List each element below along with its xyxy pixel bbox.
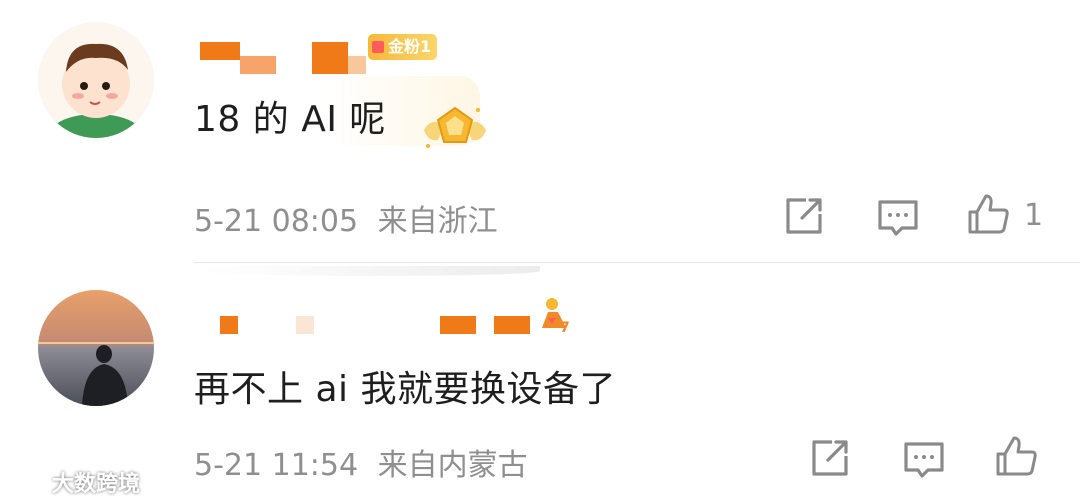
name-mask-block: [296, 316, 314, 334]
username-masked[interactable]: [200, 310, 580, 340]
fan-badge: 金粉1: [368, 34, 438, 60]
comment-item: 7 再不上 ai 我就要换设备了 5-21 11:54 来自内蒙古: [0, 262, 1080, 501]
reply-icon[interactable]: [876, 196, 920, 240]
reply-icon[interactable]: [902, 438, 946, 482]
comment-item: 金粉1 18 的 AI 呢 5-21 08:05 来自浙江 1: [0, 0, 1080, 260]
name-mask-block: [200, 42, 240, 60]
watermark: 大数跨境: [6, 466, 140, 498]
watermark-text: 大数跨境: [52, 472, 141, 497]
name-mask-block: [440, 316, 476, 334]
name-mask-block: [220, 316, 238, 334]
avatar[interactable]: [38, 290, 154, 406]
name-mask-block: [494, 316, 530, 334]
comment-text: 再不上 ai 我就要换设备了: [194, 369, 616, 410]
level-badge-icon: 7: [542, 298, 570, 334]
watermark-logo-icon: [8, 471, 48, 493]
like-count: 1: [1024, 198, 1044, 233]
comment-meta: 5-21 11:54 来自内蒙古: [194, 440, 528, 484]
gold-medal-icon: [424, 106, 486, 148]
comment-time: 5-21 08:05: [194, 204, 359, 239]
comment-location: 来自内蒙古: [377, 448, 528, 483]
fan-badge-label: 金粉1: [388, 37, 432, 56]
name-mask-block: [240, 56, 276, 74]
like-icon[interactable]: [994, 434, 1038, 478]
comment-meta: 5-21 08:05 来自浙江: [194, 196, 498, 240]
comment-time: 5-21 11:54: [194, 448, 359, 483]
sunset-sea-photo-avatar-icon: [38, 290, 154, 406]
avatar[interactable]: [38, 22, 154, 138]
like-icon[interactable]: [966, 192, 1010, 236]
svg-text:7: 7: [560, 320, 570, 334]
comment-location: 来自浙江: [377, 204, 498, 239]
cartoon-baby-avatar-icon: [38, 22, 154, 138]
fan-heart-icon: [372, 41, 384, 53]
name-mask-block: [312, 42, 348, 74]
share-icon[interactable]: [808, 436, 852, 480]
share-icon[interactable]: [782, 194, 826, 238]
name-mask-block: [348, 56, 366, 74]
comment-text: 18 的 AI 呢: [194, 99, 386, 140]
